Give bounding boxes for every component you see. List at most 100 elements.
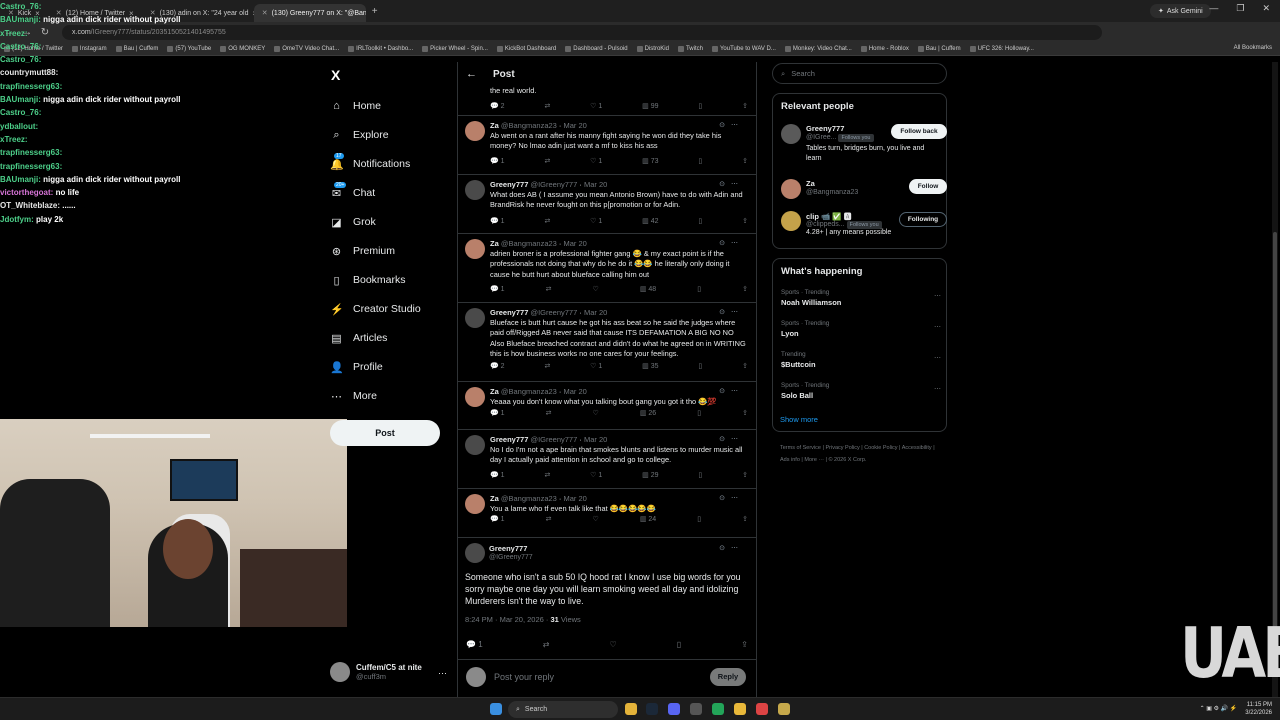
chrome-taskbar-icon[interactable] bbox=[625, 703, 637, 715]
views-icon[interactable]: ▥ 99 bbox=[642, 102, 658, 110]
app2-taskbar-icon[interactable] bbox=[778, 703, 790, 715]
sidebar-item-profile[interactable]: 👤 Profile bbox=[330, 359, 383, 375]
reply-button[interactable]: Reply bbox=[710, 667, 746, 686]
tweet-author-handle[interactable]: @Bangmanza23 bbox=[501, 121, 557, 130]
ask-gemini-button[interactable]: ✦ Ask Gemini bbox=[1150, 4, 1211, 18]
restore-icon[interactable]: ❐ bbox=[1236, 3, 1244, 14]
footer-link[interactable]: Privacy Policy bbox=[825, 445, 859, 451]
bookmark-item[interactable]: Monkey: Video Chat... bbox=[784, 45, 852, 52]
views-icon[interactable]: ▥ 73 bbox=[642, 157, 658, 165]
trend-more-icon[interactable]: ⋯ bbox=[934, 385, 941, 393]
reply-avatar[interactable] bbox=[465, 239, 485, 259]
views-icon[interactable]: ▥ 35 bbox=[642, 362, 658, 370]
tweet-author-name[interactable]: Za bbox=[490, 239, 499, 248]
trend-more-icon[interactable]: ⋯ bbox=[934, 292, 941, 300]
chrome-red-taskbar-icon[interactable] bbox=[756, 703, 768, 715]
tweet-date[interactable]: Mar 20 bbox=[584, 435, 607, 444]
back-arrow-icon[interactable]: ← bbox=[466, 68, 477, 80]
bookmark-icon[interactable]: ▯ bbox=[698, 157, 702, 165]
bookmark-item[interactable]: DistroKid bbox=[636, 45, 669, 52]
views-icon[interactable]: ▥ 48 bbox=[640, 285, 656, 293]
reply-avatar[interactable] bbox=[465, 121, 485, 141]
like-icon[interactable]: ♡ bbox=[593, 285, 599, 293]
sidebar-item-more[interactable]: ⋯ More bbox=[330, 388, 377, 404]
reply-avatar[interactable] bbox=[465, 308, 485, 328]
sidebar-item-explore[interactable]: ⌕ Explore bbox=[330, 127, 388, 143]
sidebar-item-chat[interactable]: ✉ 20+ Chat bbox=[330, 181, 375, 201]
share-icon[interactable]: ⇪ bbox=[742, 285, 748, 293]
like-icon[interactable]: ♡ 1 bbox=[590, 362, 602, 370]
footer-link[interactable]: Terms of Service bbox=[780, 445, 821, 451]
bookmark-item[interactable]: UFC 326: Holloway... bbox=[969, 45, 1034, 52]
tweet-menu-icons[interactable]: ⊙⋯ bbox=[719, 494, 744, 502]
person-avatar[interactable] bbox=[781, 124, 801, 144]
person-name[interactable]: Za bbox=[806, 179, 815, 188]
footer-link[interactable]: Cookie Policy bbox=[864, 445, 897, 451]
follow-button[interactable]: Follow back bbox=[891, 124, 947, 139]
follow-button[interactable]: Following bbox=[899, 212, 947, 227]
discord-taskbar-icon[interactable] bbox=[668, 703, 680, 715]
reply-icon[interactable]: 💬 1 bbox=[490, 217, 505, 225]
follow-button[interactable]: Follow bbox=[909, 179, 947, 194]
app-taskbar-icon[interactable] bbox=[712, 703, 724, 715]
tweet-author-handle[interactable]: @Bangmanza23 bbox=[501, 239, 557, 248]
trend-more-icon[interactable]: ⋯ bbox=[934, 354, 941, 362]
trend-item[interactable]: Sports · Trending Noah Williamson ⋯ bbox=[781, 289, 941, 307]
trend-item[interactable]: Sports · Trending Solo Ball ⋯ bbox=[781, 382, 941, 400]
share-icon[interactable]: ⇪ bbox=[742, 471, 748, 479]
share-icon[interactable]: ⇪ bbox=[742, 102, 748, 110]
reply-avatar[interactable] bbox=[465, 180, 485, 200]
sidebar-item-bookmarks[interactable]: ▯ Bookmarks bbox=[330, 272, 405, 288]
like-icon[interactable]: ♡ bbox=[593, 515, 599, 523]
bookmark-item[interactable]: YouTube to WAV D... bbox=[711, 45, 776, 52]
tweet-author-name[interactable]: Za bbox=[490, 494, 499, 503]
post-author-handle[interactable]: @IGreeny777 bbox=[489, 554, 533, 561]
sidebar-item-premium[interactable]: ⊛ Premium bbox=[330, 243, 395, 259]
tweet-author-name[interactable]: Greeny777 bbox=[490, 180, 528, 189]
tweet-date[interactable]: Mar 20 bbox=[584, 180, 607, 189]
tweet-date[interactable]: Mar 20 bbox=[564, 239, 587, 248]
bookmark-item[interactable]: Picker Wheel - Spin... bbox=[422, 45, 488, 52]
repost-icon[interactable]: ⇄ bbox=[544, 471, 550, 479]
reply-icon[interactable]: 💬 1 bbox=[490, 157, 505, 165]
tweet-author-handle[interactable]: @IGreeny777 bbox=[530, 435, 577, 444]
post-author-avatar[interactable] bbox=[465, 543, 485, 563]
tweet-menu-icons[interactable]: ⊙⋯ bbox=[719, 239, 744, 247]
tweet-date[interactable]: Mar 20 bbox=[564, 121, 587, 130]
like-icon[interactable]: ♡ 1 bbox=[590, 471, 602, 479]
scrollbar-thumb[interactable] bbox=[1273, 232, 1277, 672]
sidebar-item-grok[interactable]: ◪ Grok bbox=[330, 214, 375, 230]
person-name[interactable]: Greeny777 bbox=[806, 124, 844, 133]
trend-more-icon[interactable]: ⋯ bbox=[934, 323, 941, 331]
tray-time[interactable]: 11:15 PM bbox=[1245, 701, 1272, 709]
close-window-icon[interactable]: ✕ bbox=[1262, 3, 1270, 14]
account-more-icon[interactable]: ⋯ bbox=[438, 668, 447, 679]
repost-icon[interactable]: ⇄ bbox=[544, 157, 550, 165]
tweet-date[interactable]: Mar 20 bbox=[564, 494, 587, 503]
share-icon[interactable]: ⇪ bbox=[742, 515, 748, 523]
like-icon[interactable]: ♡ 1 bbox=[590, 157, 602, 165]
person-avatar[interactable] bbox=[781, 179, 801, 199]
views-icon[interactable]: ▥ 24 bbox=[640, 515, 656, 523]
post-header-icons[interactable]: ⊙⋯ bbox=[719, 544, 744, 552]
tweet-author-handle[interactable]: @IGreeny777 bbox=[530, 308, 577, 317]
reply-icon[interactable]: 💬 1 bbox=[466, 640, 483, 649]
tray-icons[interactable]: ⌃ ▣ ⚙ 🔊 ⚡ bbox=[1200, 705, 1238, 713]
post-button[interactable]: Post bbox=[330, 420, 440, 446]
bookmark-item[interactable]: KickBot Dashboard bbox=[496, 45, 556, 52]
reply-icon[interactable]: 💬 1 bbox=[490, 515, 505, 523]
bookmark-icon[interactable]: ▯ bbox=[697, 409, 701, 417]
views-icon[interactable]: ▥ 29 bbox=[642, 471, 658, 479]
repost-icon[interactable]: ⇄ bbox=[544, 217, 550, 225]
like-icon[interactable]: ♡ 1 bbox=[590, 102, 602, 110]
tweet-author-name[interactable]: Greeny777 bbox=[490, 435, 528, 444]
trend-item[interactable]: Sports · Trending Lyon ⋯ bbox=[781, 320, 941, 338]
show-more-link[interactable]: Show more bbox=[780, 415, 818, 424]
views-icon[interactable]: ▥ 26 bbox=[640, 409, 656, 417]
sidebar-item-creator-studio[interactable]: ⚡ Creator Studio bbox=[330, 301, 421, 317]
steam-taskbar-icon[interactable] bbox=[646, 703, 658, 715]
windows-start-icon[interactable] bbox=[490, 703, 502, 715]
footer-link[interactable]: © 2026 X Corp. bbox=[828, 457, 866, 463]
tweet-author-handle[interactable]: @Bangmanza23 bbox=[501, 387, 557, 396]
tweet-date[interactable]: Mar 20 bbox=[564, 387, 587, 396]
